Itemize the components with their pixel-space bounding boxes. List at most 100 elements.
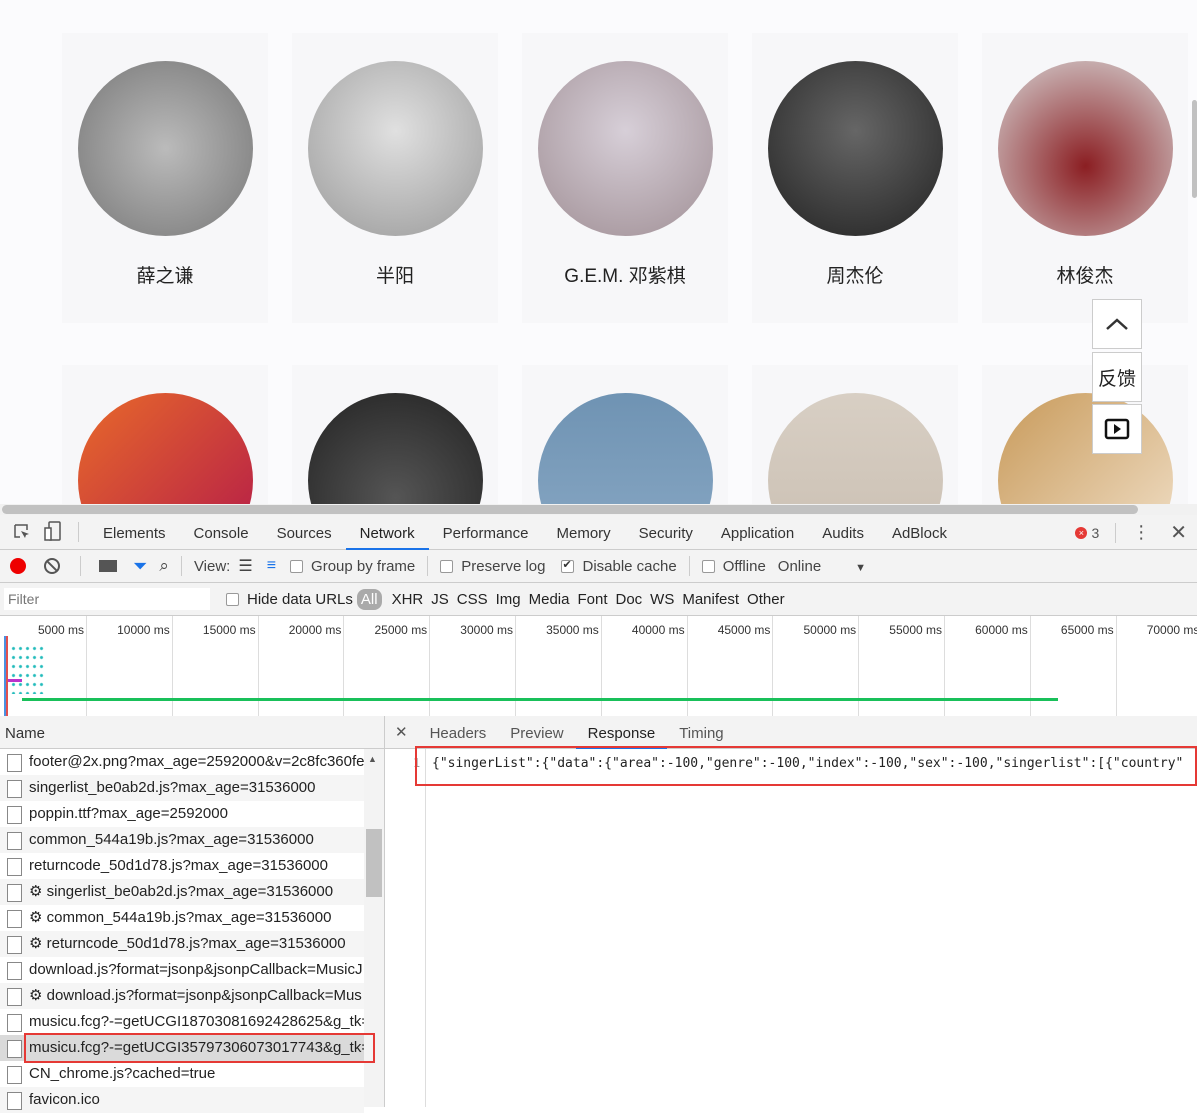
singer-avatar[interactable] bbox=[78, 393, 253, 515]
singer-card[interactable]: 薛之谦 bbox=[62, 33, 268, 323]
singer-card[interactable]: G.E.M. 邓紫棋 bbox=[522, 33, 728, 323]
type-filter-media[interactable]: Media bbox=[529, 591, 576, 608]
request-row[interactable]: ⚙ returncode_50d1d78.js?max_age=31536000 bbox=[0, 931, 364, 957]
close-devtools-icon[interactable]: ✕ bbox=[1170, 520, 1187, 545]
list-view-icon[interactable]: ☰ bbox=[238, 556, 252, 576]
preserve-log-checkbox[interactable]: Preserve log bbox=[440, 558, 545, 575]
singer-card[interactable]: 林俊杰 bbox=[982, 33, 1188, 323]
file-icon bbox=[7, 780, 22, 798]
singer-card[interactable] bbox=[522, 365, 728, 515]
singer-avatar[interactable] bbox=[538, 393, 713, 515]
type-filter-other[interactable]: Other bbox=[747, 591, 791, 608]
player-button[interactable] bbox=[1092, 404, 1142, 454]
file-icon bbox=[7, 1092, 22, 1110]
singer-avatar[interactable] bbox=[768, 393, 943, 515]
singer-name[interactable]: 林俊杰 bbox=[982, 261, 1188, 288]
singer-name[interactable]: G.E.M. 邓紫棋 bbox=[522, 261, 728, 288]
type-filter-manifest[interactable]: Manifest bbox=[682, 591, 745, 608]
file-icon bbox=[7, 962, 22, 980]
devtools-tab-audits[interactable]: Audits bbox=[808, 515, 878, 550]
request-row[interactable]: footer@2x.png?max_age=2592000&v=2c8fc360… bbox=[0, 749, 364, 775]
devtools-tab-network[interactable]: Network bbox=[345, 515, 429, 550]
singer-avatar[interactable] bbox=[78, 61, 253, 236]
singer-name[interactable]: 半阳 bbox=[292, 261, 498, 288]
request-row[interactable]: returncode_50d1d78.js?max_age=31536000 bbox=[0, 853, 364, 879]
request-row[interactable]: common_544a19b.js?max_age=31536000 bbox=[0, 827, 364, 853]
detail-tab-preview[interactable]: Preview bbox=[498, 716, 575, 749]
detail-tab-timing[interactable]: Timing bbox=[667, 716, 735, 749]
disable-cache-checkbox[interactable]: Disable cache bbox=[561, 558, 677, 575]
filter-input[interactable] bbox=[4, 588, 210, 610]
singer-avatar[interactable] bbox=[998, 393, 1173, 515]
singer-card[interactable]: 周杰伦 bbox=[752, 33, 958, 323]
filter-icon[interactable]: ⏷ bbox=[133, 556, 147, 577]
detail-tab-headers[interactable]: Headers bbox=[418, 716, 499, 749]
singer-card[interactable] bbox=[292, 365, 498, 515]
group-by-frame-checkbox[interactable]: Group by frame bbox=[290, 558, 415, 575]
request-row[interactable]: singerlist_be0ab2d.js?max_age=31536000 bbox=[0, 775, 364, 801]
singer-avatar[interactable] bbox=[308, 61, 483, 236]
type-filter-xhr[interactable]: XHR bbox=[392, 591, 430, 608]
record-icon[interactable] bbox=[10, 558, 26, 574]
type-filter-font[interactable]: Font bbox=[577, 591, 613, 608]
request-row[interactable]: ⚙ download.js?format=jsonp&jsonpCallback… bbox=[0, 983, 364, 1009]
hide-data-urls-checkbox[interactable]: Hide data URLs bbox=[226, 591, 353, 608]
feedback-button[interactable]: 反馈 bbox=[1092, 352, 1142, 402]
singer-card[interactable]: 半阳 bbox=[292, 33, 498, 323]
network-overview[interactable]: 5000 ms 10000 ms 15000 ms 20000 ms 25000 ms 3… bbox=[0, 616, 1197, 717]
singer-avatar[interactable] bbox=[768, 61, 943, 236]
tick-label: 70000 ms bbox=[1146, 623, 1197, 637]
singer-name[interactable]: 周杰伦 bbox=[752, 261, 958, 288]
type-filter-js[interactable]: JS bbox=[431, 591, 455, 608]
waterfall-view-icon[interactable]: ≡ bbox=[267, 557, 276, 575]
type-filter-all[interactable]: All bbox=[356, 588, 382, 610]
devtools-tab-elements[interactable]: Elements bbox=[89, 515, 180, 550]
devtools-tab-performance[interactable]: Performance bbox=[429, 515, 543, 550]
request-row[interactable]: download.js?format=jsonp&jsonpCallback=M… bbox=[0, 957, 364, 983]
clear-icon[interactable] bbox=[44, 558, 60, 574]
tick-label: 15000 ms bbox=[202, 623, 256, 637]
page-horizontal-scrollbar[interactable] bbox=[0, 504, 1197, 515]
type-filter-doc[interactable]: Doc bbox=[615, 591, 648, 608]
file-icon bbox=[7, 1040, 22, 1058]
singer-card[interactable] bbox=[982, 365, 1188, 515]
type-filter-img[interactable]: Img bbox=[496, 591, 527, 608]
device-toolbar-icon[interactable] bbox=[44, 520, 68, 544]
request-row[interactable]: poppin.ttf?max_age=2592000 bbox=[0, 801, 364, 827]
devtools-tab-application[interactable]: Application bbox=[707, 515, 808, 550]
search-icon[interactable]: ⌕ bbox=[159, 556, 169, 576]
singer-avatar[interactable] bbox=[308, 393, 483, 515]
offline-checkbox[interactable]: Offline bbox=[701, 558, 766, 575]
inspect-element-icon[interactable] bbox=[0, 523, 44, 541]
more-options-icon[interactable]: ⋮ bbox=[1132, 522, 1150, 543]
detail-tab-response[interactable]: Response bbox=[575, 716, 668, 749]
devtools-tab-adblock[interactable]: AdBlock bbox=[878, 515, 961, 550]
type-filter-css[interactable]: CSS bbox=[457, 591, 494, 608]
throttling-select[interactable]: Online ▼ bbox=[778, 558, 866, 575]
singer-card[interactable] bbox=[62, 365, 268, 515]
singer-page: 薛之谦 半阳 G.E.M. 邓紫棋 周杰伦 林俊杰 反馈 bbox=[0, 0, 1197, 515]
response-body[interactable]: {"singerList":{"data":{"area":-100,"genr… bbox=[425, 749, 1197, 1107]
devtools-tab-memory[interactable]: Memory bbox=[543, 515, 625, 550]
request-row[interactable]: musicu.fcg?-=getUCGI18703081692428625&g_… bbox=[0, 1009, 364, 1035]
devtools-tab-console[interactable]: Console bbox=[180, 515, 263, 550]
request-row[interactable]: CN_chrome.js?cached=true bbox=[0, 1061, 364, 1087]
screenshot-icon[interactable] bbox=[99, 560, 117, 572]
singer-avatar[interactable] bbox=[998, 61, 1173, 236]
request-row[interactable]: favicon.ico bbox=[0, 1087, 364, 1113]
back-to-top-button[interactable] bbox=[1092, 299, 1142, 349]
page-vertical-scrollbar[interactable] bbox=[1192, 100, 1197, 198]
error-counter[interactable]: × 3 bbox=[1075, 525, 1099, 541]
name-column-header[interactable]: Name bbox=[0, 716, 384, 749]
type-filter-ws[interactable]: WS bbox=[650, 591, 680, 608]
devtools-tab-security[interactable]: Security bbox=[625, 515, 707, 550]
request-row[interactable]: ⚙ common_544a19b.js?max_age=31536000 bbox=[0, 905, 364, 931]
close-detail-icon[interactable]: ✕ bbox=[385, 723, 418, 741]
file-icon bbox=[7, 910, 22, 928]
request-row[interactable]: ⚙ singerlist_be0ab2d.js?max_age=31536000 bbox=[0, 879, 364, 905]
devtools-tab-sources[interactable]: Sources bbox=[263, 515, 346, 550]
singer-name[interactable]: 薛之谦 bbox=[62, 261, 268, 288]
singer-card[interactable] bbox=[752, 365, 958, 515]
singer-avatar[interactable] bbox=[538, 61, 713, 236]
highlight-box-response bbox=[415, 746, 1197, 786]
